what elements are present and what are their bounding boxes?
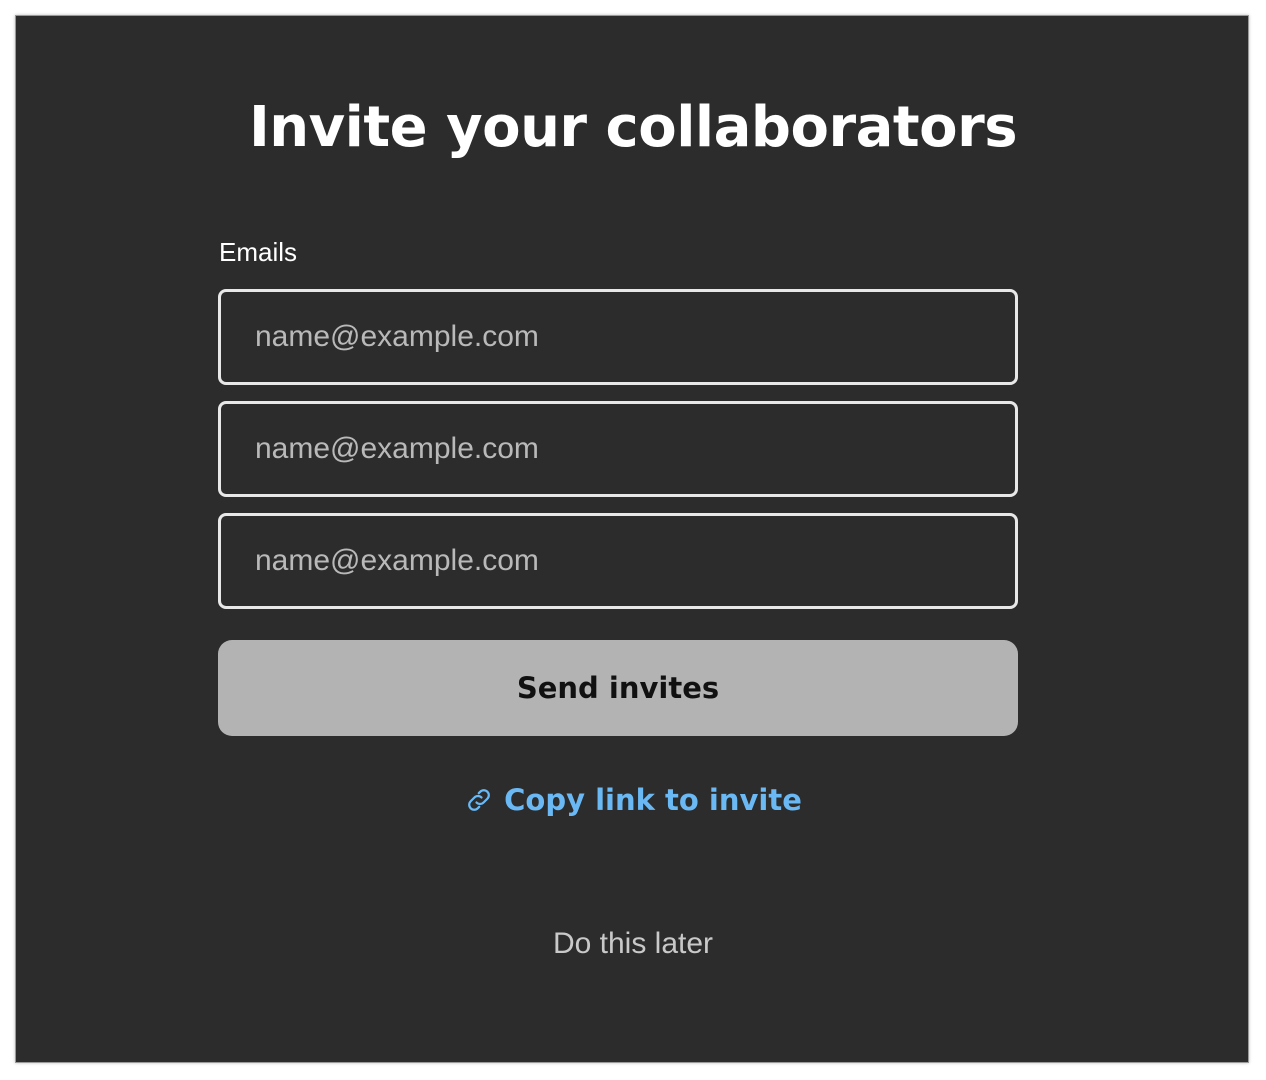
send-invites-button[interactable]: Send invites [218, 640, 1018, 736]
copy-link-label: Copy link to invite [504, 783, 802, 817]
copy-link-button[interactable]: Copy link to invite [0, 778, 1266, 822]
email-field-2[interactable] [218, 401, 1018, 497]
email-field-3[interactable] [218, 513, 1018, 609]
page-title: Invite your collaborators [248, 95, 1018, 160]
emails-label: Emails [219, 237, 298, 267]
do-this-later-link[interactable]: Do this later [0, 922, 1266, 966]
link-icon [464, 785, 494, 815]
email-field-1[interactable] [218, 289, 1018, 385]
